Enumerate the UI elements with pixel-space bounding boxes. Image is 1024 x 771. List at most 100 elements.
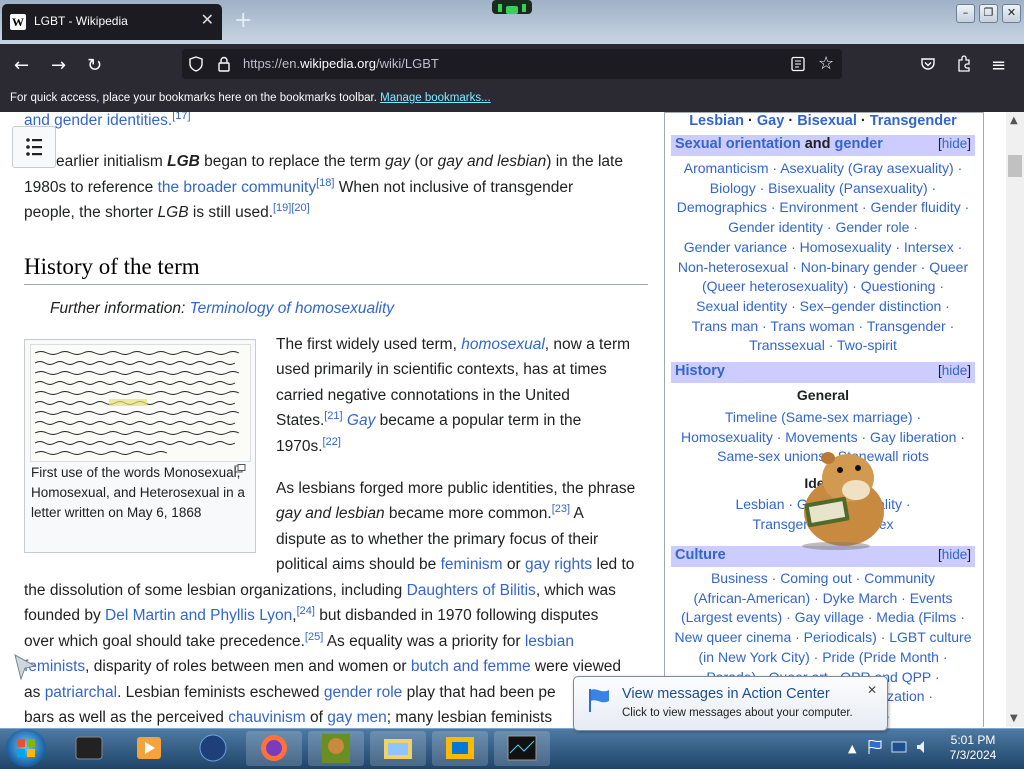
tray-expand-icon[interactable]: ▲ <box>848 742 856 755</box>
gay-men-link[interactable]: gay men <box>327 709 386 726</box>
taskbar-app-globe[interactable] <box>185 731 241 766</box>
manage-bookmarks-link[interactable]: Manage bookmarks... <box>380 92 491 104</box>
citation-21[interactable]: [21] <box>324 410 342 422</box>
back-arrow-icon[interactable]: ← <box>14 55 29 76</box>
url-text[interactable]: https://en.wikipedia.org/wiki/LGBT <box>243 56 439 71</box>
lock-icon[interactable] <box>217 56 231 72</box>
taskbar-clock[interactable]: 5:01 PM 7/3/2024 <box>938 733 1008 763</box>
list-item[interactable]: Trans man · Trans woman · Transgender · <box>670 317 976 337</box>
hide-button[interactable]: hide <box>942 136 968 151</box>
taskbar-app-explorer[interactable] <box>370 731 426 766</box>
tab-close-icon[interactable]: ✕ <box>201 10 214 29</box>
navbox-link-bisexual[interactable]: Bisexual <box>797 113 857 129</box>
notification-title[interactable]: View messages in Action Center <box>622 686 830 702</box>
network-icon[interactable] <box>890 738 908 756</box>
table-of-contents-button[interactable] <box>12 126 56 168</box>
butch-and-femme-link[interactable]: butch and femme <box>411 658 531 675</box>
navbox-link-transgender[interactable]: Transgender <box>870 113 957 129</box>
citation-17[interactable]: [17] <box>172 112 190 122</box>
taskbar-app-monitor[interactable] <box>494 731 550 766</box>
list-item[interactable]: Biology · Bisexuality (Pansexuality) · <box>670 179 976 199</box>
list-item[interactable]: Demographics · Environment · Gender flui… <box>670 198 976 218</box>
p2-line1: The first widely used term, homosexual, … <box>276 336 631 353</box>
notification-close-icon[interactable]: ✕ <box>867 683 877 697</box>
list-item[interactable]: (in New York City) · Pride (Pride Month … <box>670 648 976 668</box>
citation-24[interactable]: [24] <box>297 605 315 617</box>
group-title-orientation[interactable]: Sexual orientation <box>675 136 801 152</box>
scroll-up-icon[interactable]: ▲ <box>1010 115 1018 126</box>
new-tab-button[interactable]: + <box>234 8 252 33</box>
citation-22[interactable]: [22] <box>323 436 341 448</box>
list-item[interactable]: New queer cinema · Periodicals) · LGBT c… <box>670 628 976 648</box>
tab-active[interactable]: W LGBT - Wikipedia ✕ <box>2 4 222 40</box>
hide-button[interactable]: hide <box>942 547 968 562</box>
hide-button[interactable]: hide <box>942 363 968 378</box>
gay-link[interactable]: Gay <box>347 412 375 429</box>
citation-23[interactable]: [23] <box>552 503 570 515</box>
martin-lyon-link[interactable]: Del Martin and Phyllis Lyon <box>105 607 292 624</box>
lesbian-link[interactable]: lesbian <box>525 633 574 650</box>
scroll-down-icon[interactable]: ▼ <box>1010 713 1018 724</box>
list-item[interactable]: Business · Coming out · Community <box>670 569 976 589</box>
p3-line4: political aims should be feminism or gay… <box>276 556 635 573</box>
forward-arrow-icon[interactable]: → <box>51 55 66 76</box>
shield-icon[interactable] <box>188 56 204 72</box>
menu-hamburger-icon[interactable]: ≡ <box>991 55 1006 76</box>
start-button[interactable] <box>6 729 46 767</box>
notification-subtitle: Click to view messages about your comput… <box>622 707 853 719</box>
taskbar-app-bonzi-box[interactable] <box>308 731 364 766</box>
daughters-of-bilitis-link[interactable]: Daughters of Bilitis <box>407 582 536 599</box>
citation-18[interactable]: [18] <box>316 177 334 189</box>
list-item[interactable]: (African-American) · Dyke March · Events <box>670 589 976 609</box>
taskbar-app-terminal[interactable] <box>62 731 118 766</box>
citation-20[interactable]: [20] <box>291 202 309 214</box>
list-item[interactable]: Non-heterosexual · Non-binary gender · Q… <box>670 258 976 278</box>
list-item[interactable]: Aromanticism · Asexuality (Gray asexuali… <box>670 159 976 179</box>
list-item[interactable]: Sexual identity · Sex–gender distinction… <box>670 297 976 317</box>
citation-19[interactable]: [19] <box>273 202 291 214</box>
maximize-window-button[interactable]: ❐ <box>979 4 998 23</box>
gay-rights-link[interactable]: gay rights <box>525 556 592 573</box>
action-center-notification[interactable]: View messages in Action Center Click to … <box>573 676 888 731</box>
bookmark-star-icon[interactable]: ☆ <box>818 53 834 74</box>
terminology-link[interactable]: Terminology of homosexuality <box>190 300 394 317</box>
handwritten-letter-image[interactable] <box>30 344 251 462</box>
paragraph-lgb-line1: earlier initialism LGB began to replace … <box>56 153 623 170</box>
action-center-flag-icon[interactable] <box>866 738 884 756</box>
scrollbar-thumb[interactable] <box>1008 155 1022 177</box>
list-item[interactable]: Timeline (Same-sex marriage) · <box>670 408 976 428</box>
vertical-scrollbar[interactable] <box>1006 112 1024 727</box>
list-item[interactable]: (Queer heterosexuality) · Questioning · <box>670 277 976 297</box>
taskbar-app-store[interactable] <box>432 731 488 766</box>
extensions-icon[interactable] <box>956 55 972 73</box>
window-grip-icon <box>492 0 532 14</box>
list-item[interactable]: Gender identity · Gender role · <box>670 218 976 238</box>
patriarchal-link[interactable]: patriarchal <box>45 684 117 701</box>
chauvinism-link[interactable]: chauvinism <box>228 709 306 726</box>
navbox-link-lesbian[interactable]: Lesbian <box>689 113 744 129</box>
p3-line6: founded by Del Martin and Phyllis Lyon,[… <box>24 604 599 624</box>
section-heading: History of the term <box>24 254 648 285</box>
broader-community-link[interactable]: the broader community <box>158 179 317 196</box>
group-title-history[interactable]: History <box>675 363 725 379</box>
taskbar-app-firefox[interactable] <box>246 731 302 766</box>
list-item[interactable]: Gender variance · Homosexuality · Inters… <box>670 238 976 258</box>
navbox-link-gay[interactable]: Gay <box>757 113 784 129</box>
reload-icon[interactable]: ↻ <box>87 55 102 76</box>
group-title-culture[interactable]: Culture <box>675 547 726 563</box>
list-item[interactable]: Transsexual · Two-spirit <box>670 336 976 356</box>
hamster-mascot-icon[interactable] <box>796 442 892 550</box>
reader-view-icon[interactable] <box>790 56 806 72</box>
close-window-button[interactable]: ✕ <box>1002 4 1021 23</box>
pocket-icon[interactable] <box>920 56 936 72</box>
list-item[interactable]: (Largest events) · Gay village · Media (… <box>670 608 976 628</box>
homosexual-link[interactable]: homosexual <box>461 336 545 353</box>
volume-icon[interactable] <box>914 738 932 756</box>
feminism-link[interactable]: feminism <box>441 556 503 573</box>
taskbar-app-media-player[interactable] <box>122 731 178 766</box>
minimize-window-button[interactable]: – <box>956 4 975 23</box>
p3-line8: feminists, disparity of roles between me… <box>24 658 622 675</box>
citation-25[interactable]: [25] <box>305 631 323 643</box>
group-title-gender[interactable]: gender <box>835 136 883 152</box>
gender-role-link[interactable]: gender role <box>324 684 402 701</box>
